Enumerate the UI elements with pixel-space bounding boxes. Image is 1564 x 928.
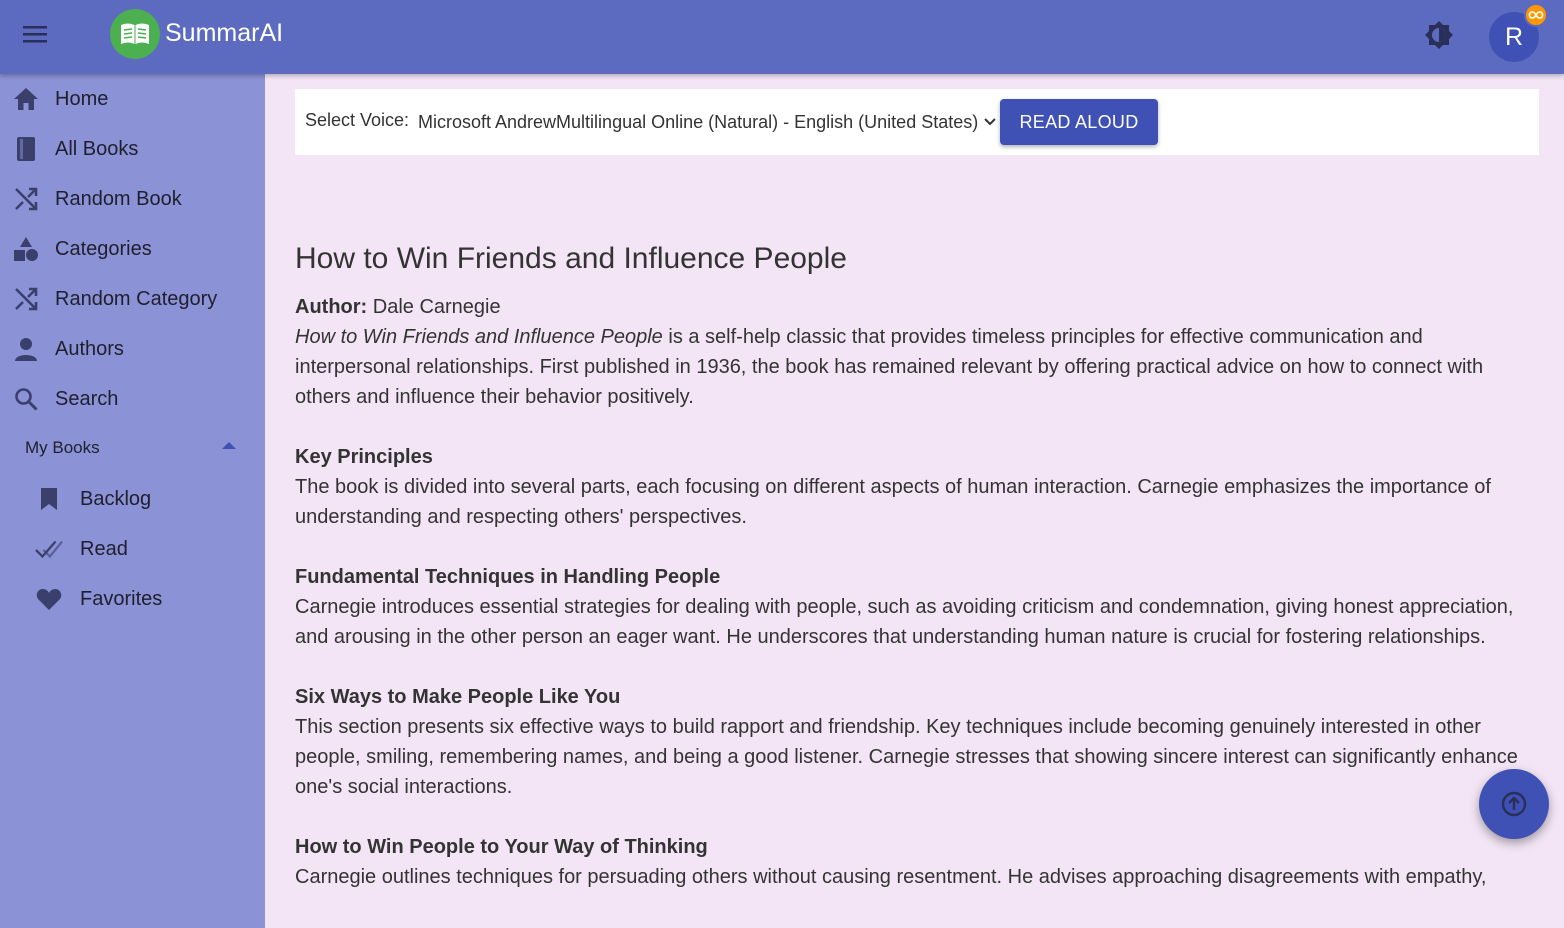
sidebar-item-random-book[interactable]: Random Book (0, 175, 265, 223)
book-summary: How to Win Friends and Influence People … (295, 238, 1525, 892)
read-aloud-button[interactable]: READ ALOUD (1000, 99, 1158, 145)
summary-section: How to Win People to Your Way of Thinkin… (295, 832, 1525, 892)
sidebar-item-label: Favorites (80, 587, 163, 610)
section-body: The book is divided into several parts, … (295, 476, 1491, 528)
sidebar-group-label: My Books (25, 438, 100, 457)
chevron-down-icon (984, 118, 996, 126)
book-author: Author: Dale Carnegie (295, 292, 1525, 322)
sidebar-item-favorites[interactable]: Favorites (0, 575, 265, 623)
summary-section: Key Principles The book is divided into … (295, 442, 1525, 532)
shuffle-icon (12, 285, 40, 313)
section-title: Key Principles (295, 446, 433, 468)
sidebar-item-random-category[interactable]: Random Category (0, 275, 265, 323)
book-icon (12, 135, 40, 163)
sidebar-item-label: Random Category (55, 287, 218, 310)
intro-title: How to Win Friends and Influence People (295, 326, 663, 348)
sidebar-item-backlog[interactable]: Backlog (0, 475, 265, 523)
menu-button[interactable] (14, 17, 56, 51)
voice-select-value: Microsoft AndrewMultilingual Online (Nat… (418, 111, 979, 132)
sidebar-group-my-books[interactable]: My Books (0, 426, 265, 470)
app-logo[interactable] (110, 9, 160, 59)
infinity-icon (1528, 11, 1544, 19)
section-title: Fundamental Techniques in Handling Peopl… (295, 566, 721, 588)
section-body: Carnegie introduces essential strategies… (295, 596, 1514, 648)
bookmark-icon (35, 485, 63, 513)
double-check-icon (35, 535, 63, 563)
open-book-icon (121, 23, 149, 44)
brightness-icon (1425, 21, 1453, 49)
intro-paragraph: How to Win Friends and Influence People … (295, 322, 1525, 412)
summary-section: Six Ways to Make People Like You This se… (295, 682, 1525, 802)
app-bar: SummarAI R (0, 0, 1564, 74)
voice-label: Select Voice: (305, 110, 410, 130)
sidebar-item-home[interactable]: Home (0, 75, 265, 123)
sidebar: Home All Books Random Book Categories Ra… (0, 74, 265, 928)
app-title[interactable]: SummarAI (165, 19, 283, 48)
voice-toolbar: Select Voice: Microsoft AndrewMultilingu… (295, 89, 1539, 155)
menu-icon (23, 26, 47, 43)
search-icon (12, 385, 40, 413)
category-icon (12, 235, 40, 263)
avatar-badge (1524, 3, 1548, 27)
home-icon (12, 85, 40, 113)
book-title: How to Win Friends and Influence People (295, 242, 847, 275)
shuffle-icon (12, 185, 40, 213)
sidebar-item-label: Read (80, 537, 128, 560)
sidebar-item-label: Search (55, 387, 119, 410)
section-body: Carnegie outlines techniques for persuad… (295, 866, 1487, 888)
section-body: This section presents six effective ways… (295, 716, 1518, 798)
theme-toggle-button[interactable] (1418, 14, 1460, 56)
author-label: Author: (295, 296, 368, 318)
section-title: Six Ways to Make People Like You (295, 686, 621, 708)
voice-select[interactable]: Microsoft AndrewMultilingual Online (Nat… (418, 109, 996, 135)
caret-up-icon (222, 442, 236, 449)
sidebar-item-search[interactable]: Search (0, 375, 265, 423)
sidebar-item-label: Backlog (80, 487, 152, 510)
sidebar-item-label: Authors (55, 337, 124, 360)
heart-icon (35, 585, 63, 613)
arrow-up-circle-icon (1501, 791, 1527, 817)
person-icon (12, 335, 40, 363)
author-name: Dale Carnegie (372, 296, 501, 318)
sidebar-item-categories[interactable]: Categories (0, 225, 265, 273)
scroll-top-button[interactable] (1479, 769, 1549, 839)
sidebar-item-all-books[interactable]: All Books (0, 125, 265, 173)
sidebar-item-read[interactable]: Read (0, 525, 265, 573)
sidebar-item-authors[interactable]: Authors (0, 325, 265, 373)
sidebar-item-label: All Books (55, 137, 139, 160)
section-title: How to Win People to Your Way of Thinkin… (295, 836, 708, 858)
summary-section: Fundamental Techniques in Handling Peopl… (295, 562, 1525, 652)
sidebar-item-label: Categories (55, 237, 152, 260)
sidebar-item-label: Random Book (55, 187, 182, 210)
sidebar-item-label: Home (55, 87, 109, 110)
